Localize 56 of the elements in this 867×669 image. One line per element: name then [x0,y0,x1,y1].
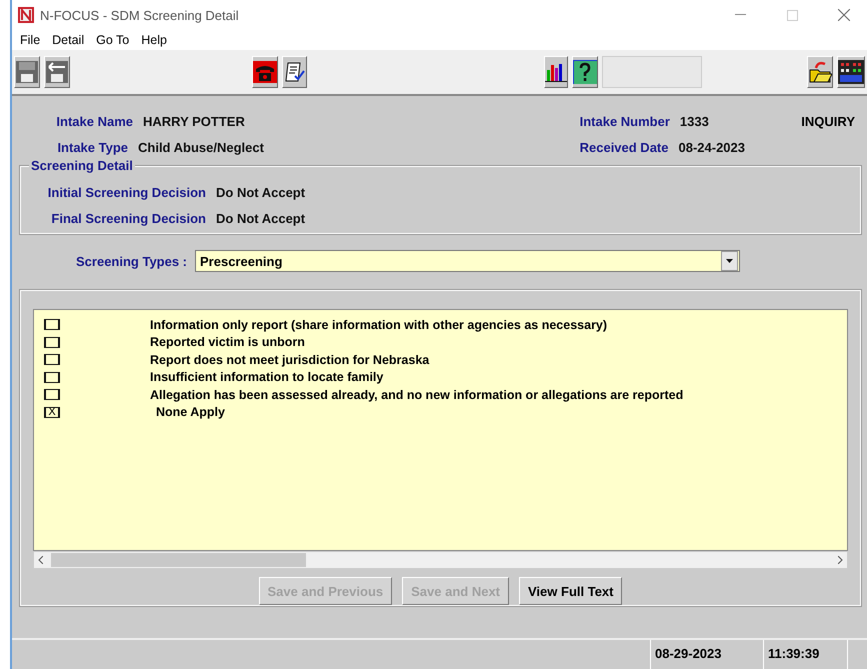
minimize-icon[interactable] [734,14,746,16]
field-label: Screening Types : [76,254,188,268]
criteria-label: Information only report (share information with other agencies as necessary) [150,318,608,332]
chart-button[interactable] [544,56,568,88]
folder-button[interactable] [807,56,833,88]
back-button[interactable] [44,56,70,88]
field-value: Do Not Accept [216,210,306,226]
bar-chart-icon [544,62,567,82]
criteria-label: None Apply [156,405,225,420]
scroll-right-icon[interactable] [838,556,843,564]
field-value: HARRY POTTER [143,114,245,128]
field-label: Intake Name [55,114,133,128]
dropdown-arrow-icon [726,259,734,263]
document-check-icon [284,61,306,83]
menu-item[interactable]: Detail [48,33,88,47]
folder-icon [808,60,832,84]
criteria-label: Allegation has been assessed already, and no new information or allegations are reported [150,388,684,402]
field-value: Child Abuse/Neglect [138,140,264,154]
field-value: 1333 [680,114,709,128]
menu-item[interactable]: Go To [92,33,134,47]
window-title: N-FOCUS - SDM Screening Detail [40,8,239,22]
group-title: Screening Detail [29,158,135,173]
criteria-label: Reported victim is unborn [150,335,305,350]
menu-item[interactable]: File [16,33,44,47]
checkbox[interactable] [44,372,60,383]
save-button[interactable] [14,56,40,88]
field-label: Intake Type [56,140,128,154]
field-label: Intake Number [580,114,670,128]
checklist-button[interactable] [282,56,307,88]
action-button[interactable]: View Full Text [519,577,622,605]
field-label: Received Date [580,140,668,154]
scroll-left-icon[interactable] [38,556,43,564]
field-label: Initial Screening Decision [46,184,206,200]
app-logo-icon [18,7,34,23]
close-icon[interactable] [838,9,850,21]
help-button[interactable] [572,56,598,88]
menu-button[interactable] [837,56,865,88]
status-date: 08-29-2023 [650,640,763,669]
checkbox[interactable] [44,319,60,330]
menu-item[interactable]: Help [137,33,171,47]
field-value: 08-24-2023 [678,140,745,154]
status-label: INQUIRY [801,114,855,129]
checkbox[interactable] [44,354,60,366]
menu-grid-icon [838,60,864,84]
telephone-icon [253,61,278,83]
phone-button[interactable] [252,56,278,88]
checkbox[interactable] [44,336,60,348]
criteria-label: Report does not meet jurisdiction for Nebraska [150,352,430,367]
field-value: Do Not Accept [216,184,306,200]
field-label: Final Screening Decision [50,210,206,226]
help-icon [573,60,598,84]
horizontal-scrollbar[interactable] [33,551,848,569]
criteria-label: Insufficient information to locate family [150,370,384,384]
status-time: 11:39:39 [763,640,847,669]
checkbox[interactable] [44,389,60,400]
screening-types-dropdown[interactable]: Prescreening [195,250,740,272]
